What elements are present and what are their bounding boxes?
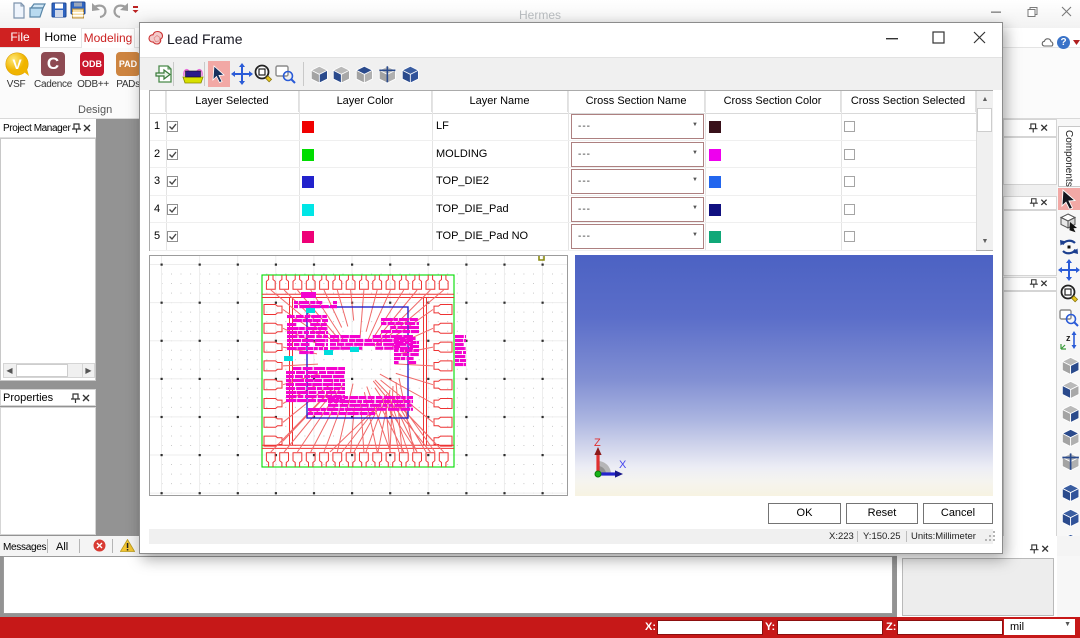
svg-text:z: z: [1066, 333, 1071, 343]
svg-text:X: X: [619, 459, 627, 471]
svg-text:Z: Z: [594, 437, 601, 449]
svg-text:V: V: [12, 56, 22, 72]
